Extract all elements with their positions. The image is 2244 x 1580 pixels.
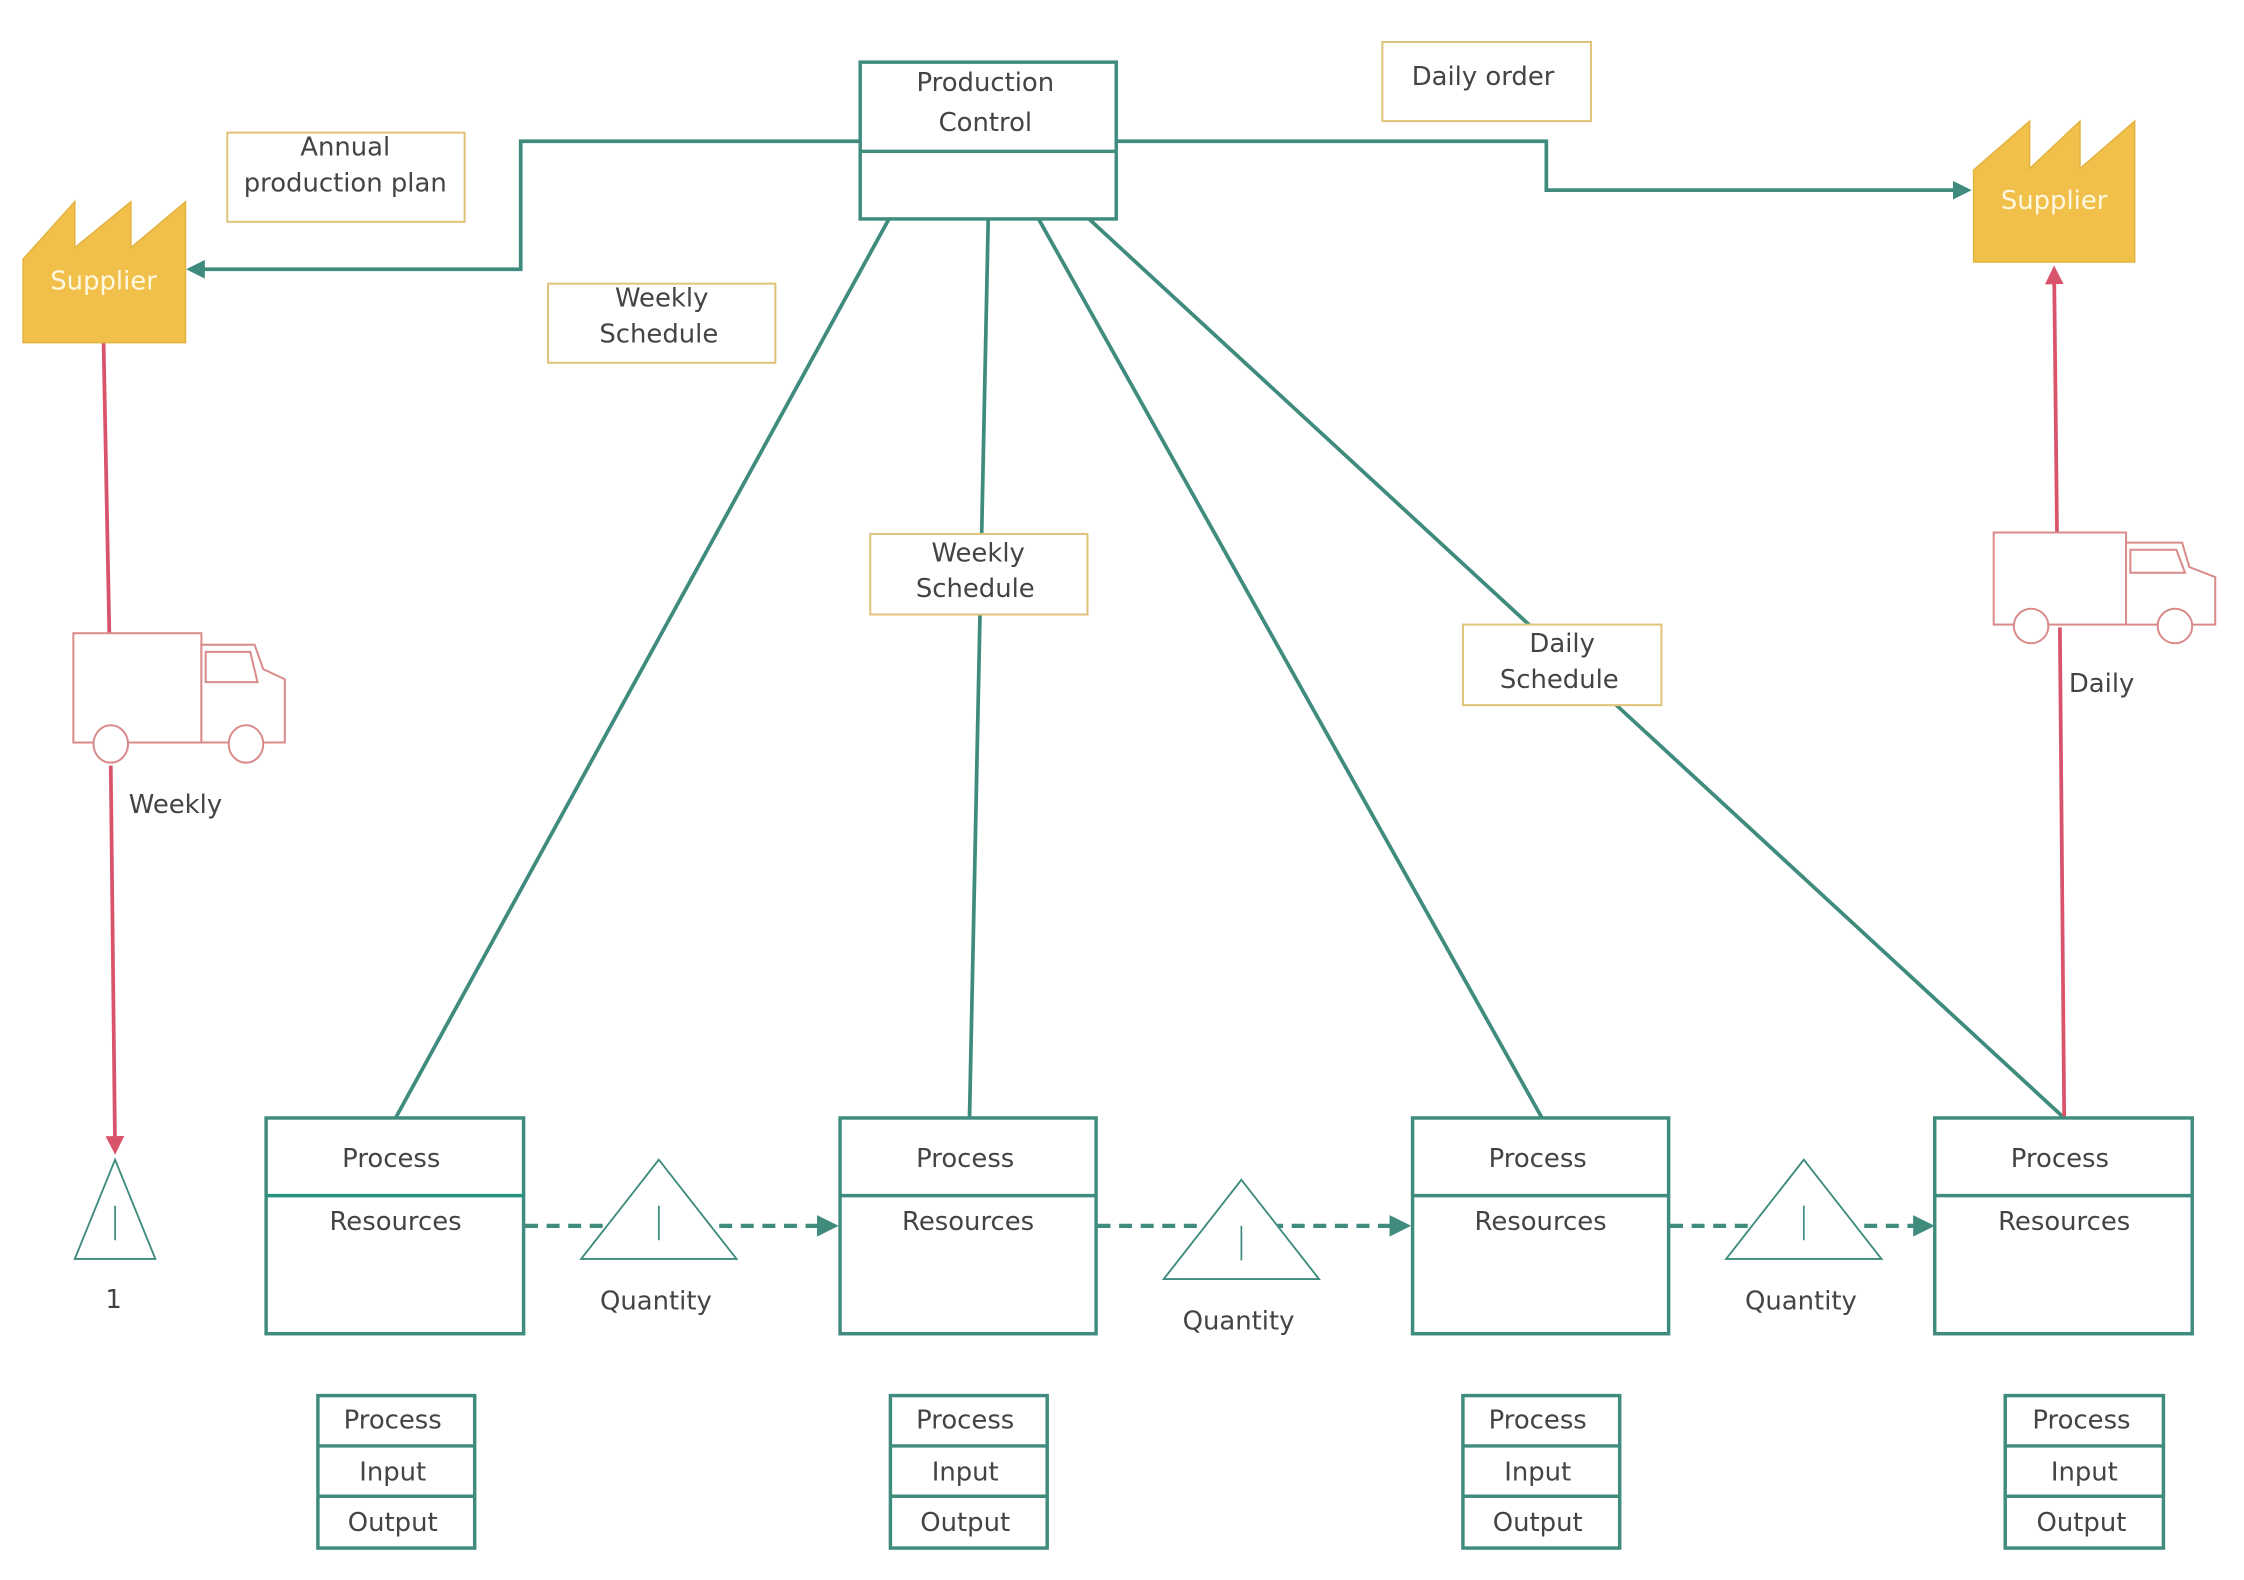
process-4[interactable]: Process Resources: [1933, 1116, 2194, 1336]
info-flow-lines: [186, 139, 2066, 1120]
supplier-right[interactable]: Supplier: [1972, 119, 2136, 263]
data-table-3-row-process: Process: [1489, 1406, 1587, 1436]
production-control-title-2: Control: [939, 108, 1033, 138]
process-1-title: Process: [342, 1144, 440, 1174]
data-table-3-row-input: Input: [1504, 1457, 1571, 1487]
supplier-right-label: Supplier: [2001, 186, 2108, 216]
truck-icon: [1992, 531, 2217, 645]
note-annual-line2: production plan: [244, 169, 447, 199]
data-table-4-row-input: Input: [2051, 1457, 2118, 1487]
note-weekly-left-line1: Weekly: [615, 284, 708, 314]
shipment-line-left-upper[interactable]: [101, 342, 112, 634]
process-2-title: Process: [916, 1144, 1014, 1174]
note-annual-plan[interactable]: Annual production plan: [226, 131, 466, 223]
inventory-start[interactable]: 1: [73, 1157, 157, 1315]
note-weekly-center-line1: Weekly: [931, 538, 1024, 568]
production-control-title-1: Production: [917, 68, 1055, 98]
inventory-2[interactable]: Quantity: [1161, 1178, 1321, 1337]
truck-right[interactable]: Daily: [1992, 531, 2217, 700]
note-daily-order-label: Daily order: [1412, 62, 1555, 92]
data-table-1[interactable]: Process Input Output: [316, 1393, 477, 1550]
process-2-body: Resources: [902, 1207, 1034, 1237]
note-daily-schedule-line2: Schedule: [1500, 665, 1619, 695]
note-annual-line1: Annual: [300, 133, 390, 163]
note-daily-schedule-line1: Daily: [1529, 629, 1594, 659]
process-1[interactable]: Process Resources: [264, 1116, 526, 1336]
production-control[interactable]: Production Control: [858, 60, 1118, 221]
inventory-start-label: 1: [105, 1285, 121, 1315]
note-weekly-schedule-left[interactable]: Weekly Schedule: [547, 282, 777, 364]
process-2[interactable]: Process Resources: [838, 1116, 1098, 1336]
note-weekly-schedule-center[interactable]: Weekly Schedule: [869, 532, 1089, 616]
note-daily-order[interactable]: Daily order: [1381, 40, 1592, 123]
supplier-left-label: Supplier: [50, 266, 157, 296]
shipment-line-right-lower[interactable]: [2058, 627, 2067, 1118]
material-flow-lines: [101, 265, 2067, 1155]
process-4-body: Resources: [1998, 1207, 2130, 1237]
info-line-process-2[interactable]: [967, 218, 991, 1119]
truck-right-frequency: Daily: [2069, 669, 2134, 699]
process-1-body: Resources: [329, 1207, 461, 1237]
inventory-1-label: Quantity: [600, 1286, 712, 1316]
data-table-3-row-output: Output: [1493, 1508, 1583, 1538]
note-weekly-center-line2: Schedule: [916, 574, 1035, 604]
inventory-2-label: Quantity: [1183, 1306, 1295, 1336]
data-table-1-row-input: Input: [359, 1457, 426, 1487]
shipment-line-left-lower[interactable]: [105, 765, 125, 1155]
info-line-to-right-supplier[interactable]: [1117, 139, 1972, 200]
data-table-4-row-process: Process: [2032, 1406, 2130, 1436]
truck-icon: [72, 632, 286, 764]
process-4-title: Process: [2011, 1144, 2109, 1174]
value-stream-map: Production Control Annual production pla…: [22, 40, 2217, 1550]
data-table-3[interactable]: Process Input Output: [1461, 1393, 1622, 1550]
note-daily-schedule[interactable]: Daily Schedule: [1461, 623, 1663, 707]
truck-left-frequency: Weekly: [129, 790, 222, 820]
inventory-triangle-icon: [579, 1158, 739, 1260]
inventory-3[interactable]: Quantity: [1724, 1158, 1884, 1317]
process-3[interactable]: Process Resources: [1410, 1116, 1671, 1336]
data-table-2[interactable]: Process Input Output: [888, 1393, 1049, 1550]
inventory-1[interactable]: Quantity: [579, 1158, 739, 1317]
inventory-triangle-icon: [73, 1157, 157, 1260]
data-table-2-row-input: Input: [932, 1457, 999, 1487]
data-table-1-row-output: Output: [348, 1508, 438, 1538]
truck-left[interactable]: Weekly: [72, 632, 286, 820]
inventory-triangle-icon: [1724, 1158, 1884, 1260]
data-table-2-row-output: Output: [920, 1508, 1010, 1538]
process-3-title: Process: [1489, 1144, 1587, 1174]
process-3-body: Resources: [1475, 1207, 1607, 1237]
supplier-left[interactable]: Supplier: [22, 199, 187, 344]
data-table-1-row-process: Process: [344, 1406, 442, 1436]
shipment-line-right-upper[interactable]: [2044, 265, 2064, 533]
inventory-triangle-icon: [1161, 1178, 1321, 1281]
inventory-3-label: Quantity: [1745, 1286, 1857, 1316]
data-table-4[interactable]: Process Input Output: [2003, 1393, 2166, 1550]
data-table-2-row-process: Process: [916, 1406, 1014, 1436]
data-table-4-row-output: Output: [2037, 1508, 2127, 1538]
note-weekly-left-line2: Schedule: [599, 320, 718, 350]
